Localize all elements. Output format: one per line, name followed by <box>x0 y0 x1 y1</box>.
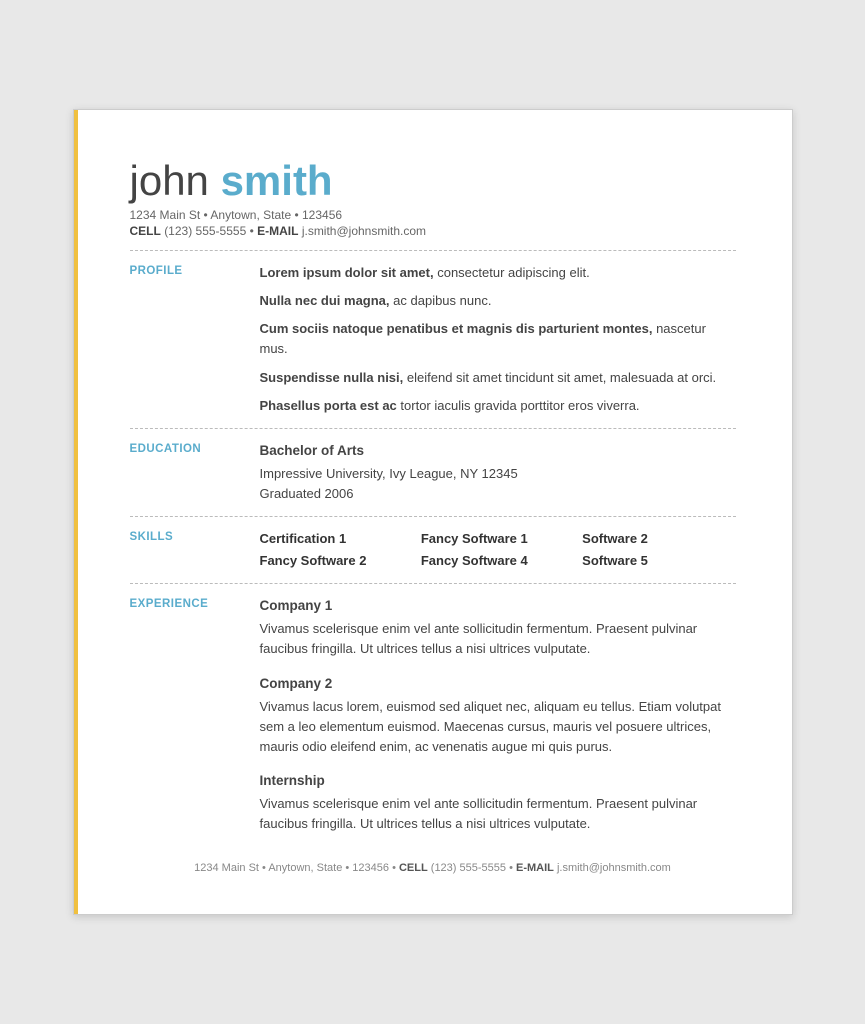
profile-para-3: Cum sociis natoque penatibus et magnis d… <box>260 319 736 359</box>
last-name: smith <box>221 157 333 204</box>
resume-document: john smith 1234 Main St • Anytown, State… <box>73 109 793 915</box>
profile-para-2: Nulla nec dui magna, ac dapibus nunc. <box>260 291 736 311</box>
exp-entry-3: Internship Vivamus scelerisque enim vel … <box>260 771 736 834</box>
profile-bold-3: Cum sociis natoque penatibus et magnis d… <box>260 321 653 336</box>
skills-content: Certification 1 Fancy Software 1 Softwar… <box>260 529 736 571</box>
resume-header: john smith 1234 Main St • Anytown, State… <box>130 158 736 238</box>
header-address: 1234 Main St • Anytown, State • 123456 <box>130 208 736 222</box>
separator: • <box>250 224 258 238</box>
footer-address: 1234 Main St • Anytown, State • 123456 <box>194 862 389 874</box>
experience-section: EXPERIENCE Company 1 Vivamus scelerisque… <box>130 596 736 834</box>
profile-content: Lorem ipsum dolor sit amet, consectetur … <box>260 263 736 416</box>
footer-cell-value: (123) 555-5555 <box>431 862 506 874</box>
skill-5: Fancy Software 4 <box>421 551 574 571</box>
footer-email-label: E-MAIL <box>516 862 554 874</box>
skill-1: Certification 1 <box>260 529 413 549</box>
profile-bold-4: Suspendisse nulla nisi, <box>260 370 404 385</box>
skills-divider <box>130 583 736 584</box>
cell-number: (123) 555-5555 <box>164 224 246 238</box>
profile-bold-5: Phasellus porta est ac <box>260 398 397 413</box>
profile-para-4: Suspendisse nulla nisi, eleifend sit ame… <box>260 368 736 388</box>
skill-3: Software 2 <box>582 529 735 549</box>
exp-entry-1: Company 1 Vivamus scelerisque enim vel a… <box>260 596 736 659</box>
footer-email-value: j.smith@johnsmith.com <box>557 862 671 874</box>
header-contact: CELL (123) 555-5555 • E-MAIL j.smith@joh… <box>130 224 736 238</box>
profile-divider <box>130 428 736 429</box>
skill-4: Fancy Software 2 <box>260 551 413 571</box>
skill-6: Software 5 <box>582 551 735 571</box>
footer-sep1: • <box>392 862 399 874</box>
profile-bold-2: Nulla nec dui magna, <box>260 293 390 308</box>
profile-rest-2: ac dapibus nunc. <box>393 293 491 308</box>
profile-para-1: Lorem ipsum dolor sit amet, consectetur … <box>260 263 736 283</box>
education-label: EDUCATION <box>130 441 260 504</box>
exp-desc-3: Vivamus scelerisque enim vel ante sollic… <box>260 794 736 834</box>
profile-rest-4: eleifend sit amet tincidunt sit amet, ma… <box>407 370 716 385</box>
education-divider <box>130 516 736 517</box>
exp-desc-1: Vivamus scelerisque enim vel ante sollic… <box>260 619 736 659</box>
profile-bold-1: Lorem ipsum dolor sit amet, <box>260 265 434 280</box>
exp-company-1: Company 1 <box>260 596 736 617</box>
resume-footer: 1234 Main St • Anytown, State • 123456 •… <box>130 862 736 874</box>
education-content: Bachelor of Arts Impressive University, … <box>260 441 736 504</box>
exp-entry-2: Company 2 Vivamus lacus lorem, euismod s… <box>260 674 736 757</box>
edu-university: Impressive University, Ivy League, NY 12… <box>260 464 736 484</box>
page-wrapper: john smith 1234 Main St • Anytown, State… <box>0 0 865 1024</box>
exp-company-2: Company 2 <box>260 674 736 695</box>
exp-company-3: Internship <box>260 771 736 792</box>
profile-section: PROFILE Lorem ipsum dolor sit amet, cons… <box>130 263 736 416</box>
skills-grid: Certification 1 Fancy Software 1 Softwar… <box>260 529 736 571</box>
first-name: john <box>130 157 209 204</box>
profile-rest-1: consectetur adipiscing elit. <box>437 265 589 280</box>
profile-para-5: Phasellus porta est ac tortor iaculis gr… <box>260 396 736 416</box>
profile-rest-5: tortor iaculis gravida porttitor eros vi… <box>400 398 639 413</box>
email-label: E-MAIL <box>257 224 298 238</box>
skills-label: SKILLS <box>130 529 260 571</box>
header-name: john smith <box>130 158 736 204</box>
exp-desc-2: Vivamus lacus lorem, euismod sed aliquet… <box>260 697 736 757</box>
header-divider <box>130 250 736 251</box>
experience-label: EXPERIENCE <box>130 596 260 834</box>
profile-label: PROFILE <box>130 263 260 416</box>
footer-cell-label: CELL <box>399 862 428 874</box>
email-value: j.smith@johnsmith.com <box>302 224 426 238</box>
edu-degree: Bachelor of Arts <box>260 441 736 462</box>
education-section: EDUCATION Bachelor of Arts Impressive Un… <box>130 441 736 504</box>
footer-sep2: • <box>509 862 516 874</box>
cell-label: CELL <box>130 224 161 238</box>
skills-section: SKILLS Certification 1 Fancy Software 1 … <box>130 529 736 571</box>
skill-2: Fancy Software 1 <box>421 529 574 549</box>
edu-graduated: Graduated 2006 <box>260 484 736 504</box>
experience-content: Company 1 Vivamus scelerisque enim vel a… <box>260 596 736 834</box>
